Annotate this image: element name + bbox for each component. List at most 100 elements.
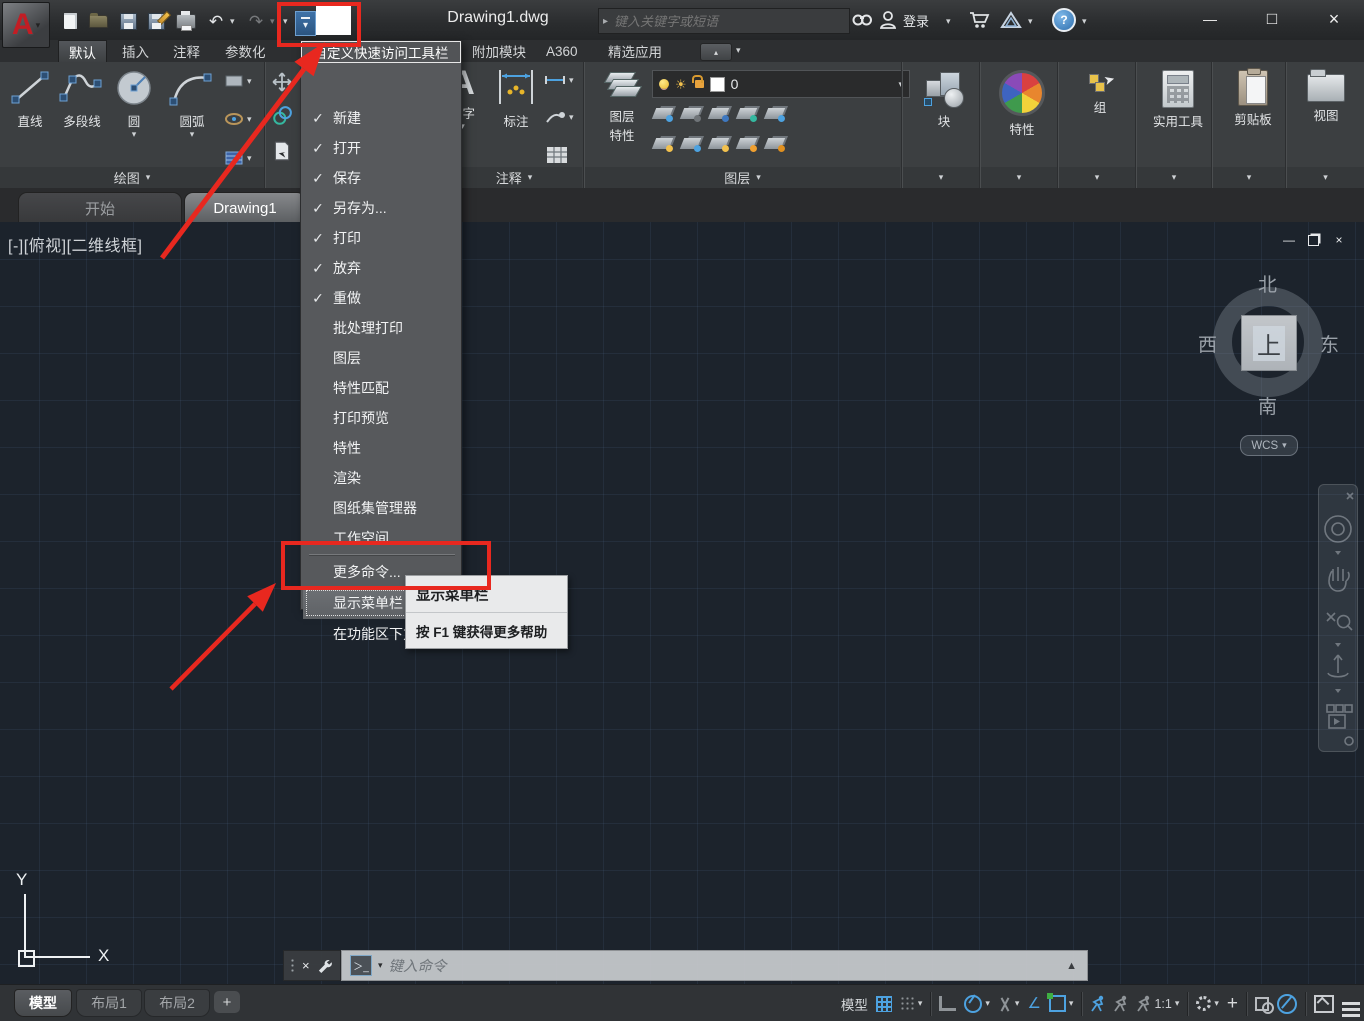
- menu-item-match-properties[interactable]: 特性匹配: [303, 373, 459, 403]
- undo-button[interactable]: ↶: [204, 10, 228, 32]
- linear-dim-dropdown-icon[interactable]: ▾: [569, 76, 574, 85]
- panel-view-expand-icon[interactable]: ▾: [1323, 173, 1328, 182]
- save-button[interactable]: [116, 10, 140, 32]
- customize-wrench-icon[interactable]: [317, 958, 332, 973]
- panel-annotate-strip[interactable]: 注释 ▾: [446, 167, 582, 188]
- layer-tools-row1[interactable]: [654, 108, 783, 119]
- menu-item-plot[interactable]: ✓打印: [303, 223, 459, 253]
- tool-stretch-icon[interactable]: [272, 140, 292, 167]
- command-bar-handle[interactable]: ×: [283, 950, 341, 981]
- annotation-scale-button[interactable]: 1:1 ▾: [1136, 995, 1179, 1012]
- workspace-switch-button[interactable]: ▾: [1196, 996, 1219, 1011]
- menu-item-batch-plot[interactable]: 批处理打印: [303, 313, 459, 343]
- panel-properties-button[interactable]: 特性: [994, 70, 1050, 138]
- osnap-tracking-toggle[interactable]: ∠: [1027, 996, 1040, 1011]
- new-file-button[interactable]: [58, 10, 82, 32]
- help-search-box[interactable]: ▸: [598, 8, 850, 34]
- viewport-controls-label[interactable]: [-][俯视][二维线框]: [8, 232, 143, 256]
- model-space-toggle[interactable]: 模型: [841, 994, 868, 1014]
- panel-block-button[interactable]: 块: [916, 70, 972, 130]
- redo-button[interactable]: ↷: [244, 10, 268, 32]
- tool-move-icon[interactable]: [272, 72, 292, 97]
- annotation-autoscale-toggle[interactable]: [1113, 995, 1128, 1012]
- menu-item-render[interactable]: 渲染: [303, 463, 459, 493]
- help-dropdown-icon[interactable]: ▾: [1082, 17, 1087, 26]
- help-button[interactable]: ?: [1052, 8, 1076, 32]
- tool-dimension[interactable]: 标注: [492, 66, 540, 130]
- search-icon[interactable]: [852, 8, 872, 32]
- viewcube-west[interactable]: 西: [1198, 330, 1217, 357]
- sign-in-button[interactable]: 登录: [903, 8, 929, 32]
- panel-clipboard-strip[interactable]: ▾: [1213, 167, 1285, 188]
- open-file-button[interactable]: [86, 10, 110, 32]
- panel-utilities-expand-icon[interactable]: ▾: [1172, 173, 1177, 182]
- app-logo-button[interactable]: A ▾: [2, 2, 50, 48]
- window-maximize-button[interactable]: □: [1252, 6, 1292, 32]
- polar-dropdown-icon[interactable]: ▾: [985, 999, 990, 1008]
- viewcube-top-face[interactable]: 上: [1241, 315, 1297, 371]
- polar-tracking-toggle[interactable]: ▾: [964, 995, 990, 1013]
- grid-toggle[interactable]: [876, 996, 892, 1012]
- tab-parametric[interactable]: 参数化: [215, 40, 276, 62]
- sign-in-dropdown-icon[interactable]: ▾: [946, 17, 951, 26]
- a360-icon[interactable]: [1000, 8, 1022, 32]
- command-bar[interactable]: × ＞_ ▾ 键入命令 ▲: [283, 950, 1088, 981]
- layout-tab-model[interactable]: 模型: [14, 989, 72, 1017]
- hardware-acceleration-button[interactable]: [1277, 994, 1297, 1014]
- ellipse-dropdown-icon[interactable]: ▾: [247, 115, 252, 124]
- panel-group-button[interactable]: ➤ 组: [1072, 70, 1128, 116]
- command-close-icon[interactable]: ×: [302, 958, 310, 973]
- tool-arc[interactable]: 圆弧 ▾: [166, 68, 218, 139]
- panel-view-strip[interactable]: ▾: [1287, 167, 1364, 188]
- isometric-toggle[interactable]: ▾: [998, 997, 1020, 1011]
- redo-dropdown-icon[interactable]: ▾: [270, 17, 275, 26]
- tool-copy-icon[interactable]: [272, 106, 292, 131]
- ribbon-collapse-button[interactable]: ▴: [700, 43, 732, 61]
- drawing-minimize-button[interactable]: —: [1278, 232, 1300, 248]
- panel-draw-strip[interactable]: 绘图 ▾: [0, 167, 264, 188]
- annotation-scale-dropdown-icon[interactable]: ▾: [1175, 999, 1180, 1008]
- customization-menu-button[interactable]: [1342, 990, 1360, 1017]
- new-layout-button[interactable]: +: [214, 991, 240, 1013]
- file-tab-drawing1[interactable]: Drawing1: [184, 192, 306, 223]
- a360-dropdown-icon[interactable]: ▾: [1028, 17, 1033, 26]
- tab-insert[interactable]: 插入: [112, 40, 159, 62]
- command-expand-icon[interactable]: ▲: [1066, 960, 1079, 972]
- snap-toggle[interactable]: ▾: [900, 996, 923, 1011]
- panel-block-strip[interactable]: ▾: [903, 167, 979, 188]
- plot-button[interactable]: [174, 10, 198, 32]
- tool-hatch[interactable]: ▾: [224, 150, 252, 166]
- tab-annotate[interactable]: 注释: [163, 40, 210, 62]
- undo-dropdown-icon[interactable]: ▾: [230, 17, 235, 26]
- file-tab-start[interactable]: 开始: [18, 192, 182, 223]
- drawing-canvas[interactable]: [-][俯视][二维线框] — × 北 西 东 南 上 WCS ▾: [0, 222, 1364, 984]
- layout-tab-layout2[interactable]: 布局2: [144, 989, 210, 1017]
- viewcube-south[interactable]: 南: [1258, 392, 1277, 419]
- hatch-dropdown-icon[interactable]: ▾: [247, 154, 252, 163]
- tool-polyline[interactable]: 多段线: [56, 68, 108, 130]
- save-as-button[interactable]: [144, 10, 168, 32]
- tool-ellipse[interactable]: ▾: [224, 112, 252, 126]
- circle-dropdown-icon[interactable]: ▾: [132, 130, 137, 139]
- panel-utilities-strip[interactable]: ▾: [1137, 167, 1211, 188]
- drawing-close-button[interactable]: ×: [1328, 232, 1350, 248]
- panel-group-strip[interactable]: ▾: [1059, 167, 1135, 188]
- menu-item-plot-preview[interactable]: 打印预览: [303, 403, 459, 433]
- tab-featured-apps[interactable]: 精选应用: [598, 40, 672, 62]
- command-prompt-dropdown-icon[interactable]: ▾: [378, 961, 383, 970]
- layer-properties-button[interactable]: 图层 特性: [596, 68, 648, 180]
- viewcube-north[interactable]: 北: [1258, 270, 1277, 297]
- panel-annotate-expand-icon[interactable]: ▾: [528, 173, 533, 182]
- ucs-icon[interactable]: Y X: [10, 870, 130, 980]
- menu-item-undo[interactable]: ✓放弃: [303, 253, 459, 283]
- drawing-restore-button[interactable]: [1302, 232, 1324, 248]
- snap-dropdown-icon[interactable]: ▾: [918, 999, 923, 1008]
- isolate-objects-button[interactable]: [1255, 997, 1269, 1011]
- tool-circle[interactable]: 圆 ▾: [112, 68, 156, 139]
- ribbon-collapse-dropdown-icon[interactable]: ▾: [736, 46, 741, 55]
- tool-line[interactable]: 直线: [8, 68, 52, 130]
- object-snap-toggle[interactable]: ▾: [1049, 995, 1074, 1012]
- osnap-dropdown-icon[interactable]: ▾: [1069, 999, 1074, 1008]
- panel-draw-expand-icon[interactable]: ▾: [146, 173, 151, 182]
- tab-a360[interactable]: A360: [536, 40, 588, 62]
